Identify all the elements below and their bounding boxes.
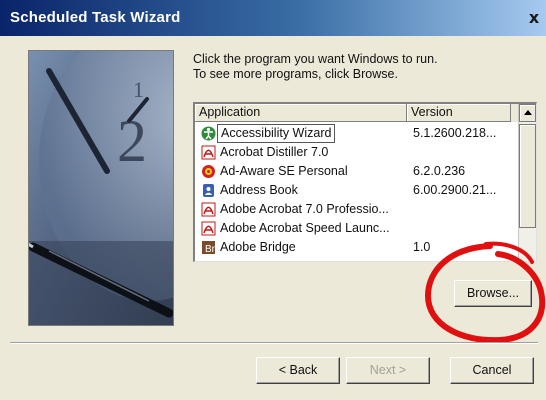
list-item-name: Acrobat Distiller 7.0: [220, 145, 329, 159]
next-button[interactable]: Next >: [346, 357, 430, 384]
list-item[interactable]: Ad-Aware SE Personal 6.2.0.236: [195, 162, 517, 181]
list-header: Application Version: [195, 104, 536, 122]
list-item-name: Adobe Acrobat Speed Launc...: [220, 221, 390, 235]
list-item-name: Address Book: [220, 183, 298, 197]
instruction-line-1: Click the program you want Windows to ru…: [193, 52, 438, 66]
wizard-clock-pen-image: 2 1: [28, 50, 174, 326]
instructions: Click the program you want Windows to ru…: [193, 52, 438, 82]
list-item[interactable]: Br Adobe Bridge 1.0: [195, 238, 517, 257]
scroll-up-arrow-icon[interactable]: [519, 104, 536, 122]
accessibility-icon: [201, 126, 216, 141]
program-list[interactable]: Application Version Accessibility Wizard…: [193, 102, 537, 262]
list-item-version: 6.2.0.236: [413, 164, 466, 178]
list-item[interactable]: Adobe Acrobat Speed Launc...: [195, 219, 517, 238]
scroll-thumb[interactable]: [519, 124, 536, 228]
adobe-bridge-icon: Br: [202, 241, 216, 255]
svg-text:1: 1: [133, 77, 144, 102]
list-item[interactable]: Adobe Acrobat 7.0 Professio...: [195, 200, 517, 219]
cancel-button[interactable]: Cancel: [450, 357, 534, 384]
button-separator: [10, 342, 538, 344]
list-item[interactable]: Address Book 6.00.2900.21...: [195, 181, 517, 200]
list-rows: Accessibility Wizard 5.1.2600.218... Acr…: [195, 124, 517, 257]
list-item-name: Accessibility Wizard: [216, 124, 336, 143]
close-icon[interactable]: x: [524, 8, 544, 28]
clock-pen-illustration: 2 1: [29, 51, 173, 325]
instruction-line-2: To see more programs, click Browse.: [193, 67, 398, 81]
acrobat-icon: [201, 145, 216, 160]
browse-button[interactable]: Browse...: [454, 280, 532, 307]
column-header-version[interactable]: Version: [407, 104, 511, 122]
list-item-version: 1.0: [413, 240, 431, 254]
back-button[interactable]: < Back: [256, 357, 340, 384]
svg-text:2: 2: [117, 108, 147, 174]
list-item[interactable]: Accessibility Wizard 5.1.2600.218...: [195, 124, 517, 143]
list-scrollbar[interactable]: [518, 104, 536, 261]
list-item-version: 5.1.2600.218...: [413, 126, 497, 140]
list-item-name: Adobe Bridge: [220, 240, 296, 254]
address-book-icon: [203, 184, 214, 197]
title-bar[interactable]: Scheduled Task Wizard x: [0, 0, 546, 36]
svg-text:Br: Br: [205, 244, 216, 255]
acrobat-icon: [201, 202, 216, 217]
window-title: Scheduled Task Wizard: [10, 9, 181, 26]
list-item-name: Ad-Aware SE Personal: [220, 164, 348, 178]
scheduled-task-wizard-window: Scheduled Task Wizard x 2 1 Click the pr…: [0, 0, 546, 400]
list-item[interactable]: Acrobat Distiller 7.0: [195, 143, 517, 162]
acrobat-icon: [201, 221, 216, 236]
column-header-application[interactable]: Application: [195, 104, 407, 122]
list-item-name: Adobe Acrobat 7.0 Professio...: [220, 202, 389, 216]
list-item-version: 6.00.2900.21...: [413, 183, 497, 197]
adaware-icon: [202, 165, 215, 178]
